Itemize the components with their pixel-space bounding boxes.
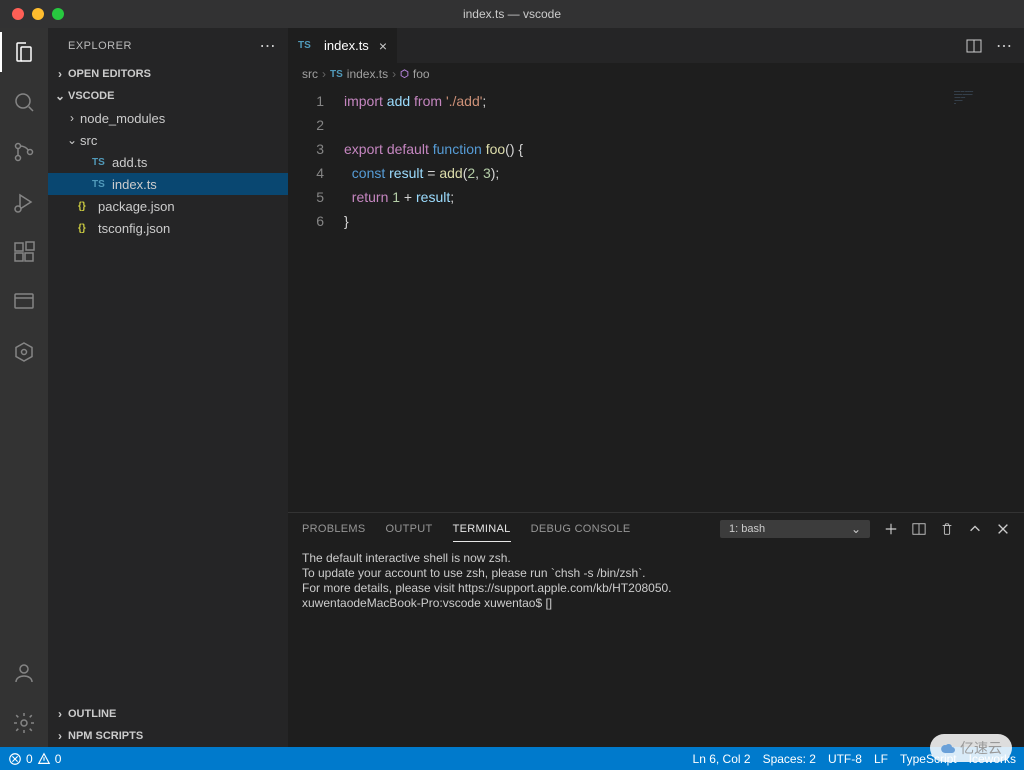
panel-tab-debug[interactable]: DEBUG CONSOLE [531, 517, 631, 541]
warning-icon [37, 752, 51, 766]
source-control-icon[interactable] [0, 136, 48, 168]
chevron-right-icon: › [52, 707, 68, 721]
sidebar-header: EXPLORER ⋯ [48, 28, 288, 63]
kill-terminal-icon[interactable] [940, 522, 954, 536]
close-tab-icon[interactable]: × [379, 38, 387, 54]
chevron-right-icon: › [52, 67, 68, 81]
chevron-right-icon: › [52, 729, 68, 743]
tabs-actions: ⋯ [966, 28, 1024, 63]
json-file-icon: {} [78, 223, 98, 234]
chevron-right-icon: › [64, 111, 80, 125]
close-window-button[interactable] [12, 8, 24, 20]
line-gutter: 1 2 3 4 5 6 [288, 85, 344, 512]
status-eol[interactable]: LF [874, 752, 888, 766]
status-problems[interactable]: 0 0 [8, 752, 61, 766]
hexagon-icon[interactable] [0, 336, 48, 368]
tree-file-package-json[interactable]: {} package.json [48, 195, 288, 217]
titlebar: index.ts — vscode [0, 0, 1024, 28]
search-icon[interactable] [0, 86, 48, 118]
accounts-icon[interactable] [0, 657, 48, 689]
settings-gear-icon[interactable] [0, 707, 48, 739]
maximize-panel-icon[interactable] [968, 522, 982, 536]
workspace-section[interactable]: ⌄ VSCODE [48, 85, 288, 107]
panel-tab-output[interactable]: OUTPUT [386, 517, 433, 541]
panel-tab-terminal[interactable]: TERMINAL [453, 517, 511, 542]
split-editor-icon[interactable] [966, 38, 982, 54]
sidebar-title: EXPLORER [68, 40, 132, 52]
panel-tab-problems[interactable]: PROBLEMS [302, 517, 366, 541]
panel-tabs: PROBLEMS OUTPUT TERMINAL DEBUG CONSOLE 1… [288, 513, 1024, 545]
extensions-icon[interactable] [0, 236, 48, 268]
status-encoding[interactable]: UTF-8 [828, 752, 862, 766]
ts-file-icon: TS [92, 179, 112, 190]
tree-folder-node-modules[interactable]: › node_modules [48, 107, 288, 129]
editor-body[interactable]: 1 2 3 4 5 6 import add from './add'; exp… [288, 85, 1024, 512]
status-ln-col[interactable]: Ln 6, Col 2 [693, 752, 751, 766]
json-file-icon: {} [78, 201, 98, 212]
tree-file-index-ts[interactable]: TS index.ts [48, 173, 288, 195]
new-terminal-icon[interactable] [884, 522, 898, 536]
editor-area: TS index.ts × ⋯ src › TS index.ts › ⬡ fo… [288, 28, 1024, 747]
activity-bar [0, 28, 48, 747]
file-tree: › node_modules ⌄ src TS add.ts TS index.… [48, 107, 288, 239]
explorer-sidebar: EXPLORER ⋯ › OPEN EDITORS ⌄ VSCODE › nod… [48, 28, 288, 747]
code-content[interactable]: import add from './add'; export default … [344, 85, 1024, 512]
editor-more-icon[interactable]: ⋯ [996, 36, 1012, 56]
traffic-lights [0, 8, 64, 20]
tree-folder-src[interactable]: ⌄ src [48, 129, 288, 151]
tree-file-add-ts[interactable]: TS add.ts [48, 151, 288, 173]
statusbar: 0 0 Ln 6, Col 2 Spaces: 2 UTF-8 LF TypeS… [0, 747, 1024, 770]
panel-actions: 1: bash [720, 520, 1010, 538]
ts-file-icon: TS [330, 69, 343, 80]
outline-section[interactable]: › OUTLINE [48, 703, 288, 725]
split-terminal-icon[interactable] [912, 522, 926, 536]
preview-icon[interactable] [0, 286, 48, 318]
minimap[interactable]: ▬▬▬ ▬▬ ▬▬▬▬▬▬▬▬ ▬▬▬▬▬ ▬▬▬ ▬▬ ▬▬▬▬▬ [944, 85, 1024, 512]
terminal-body[interactable]: The default interactive shell is now zsh… [288, 545, 1024, 747]
cloud-icon [940, 740, 956, 756]
bottom-panel: PROBLEMS OUTPUT TERMINAL DEBUG CONSOLE 1… [288, 512, 1024, 747]
status-spaces[interactable]: Spaces: 2 [763, 752, 816, 766]
breadcrumb-item[interactable]: index.ts [347, 67, 388, 81]
chevron-down-icon: ⌄ [52, 89, 68, 103]
terminal-select[interactable]: 1: bash [720, 520, 870, 538]
sidebar-more-icon[interactable]: ⋯ [260, 36, 277, 56]
breadcrumbs[interactable]: src › TS index.ts › ⬡ foo [288, 63, 1024, 85]
tree-file-tsconfig-json[interactable]: {} tsconfig.json [48, 217, 288, 239]
breadcrumb-item[interactable]: src [302, 67, 318, 81]
tab-index-ts[interactable]: TS index.ts × [288, 28, 398, 63]
chevron-right-icon: › [322, 67, 326, 81]
npm-scripts-section[interactable]: › NPM SCRIPTS [48, 725, 288, 747]
run-debug-icon[interactable] [0, 186, 48, 218]
tab-label: index.ts [324, 38, 369, 53]
tabs-bar: TS index.ts × ⋯ [288, 28, 1024, 63]
ts-file-icon: TS [92, 157, 112, 168]
method-icon: ⬡ [400, 69, 409, 80]
chevron-right-icon: › [392, 67, 396, 81]
chevron-down-icon: ⌄ [64, 133, 80, 147]
breadcrumb-item[interactable]: foo [413, 67, 430, 81]
error-icon [8, 752, 22, 766]
ts-file-icon: TS [298, 40, 318, 51]
minimize-window-button[interactable] [32, 8, 44, 20]
open-editors-section[interactable]: › OPEN EDITORS [48, 63, 288, 85]
maximize-window-button[interactable] [52, 8, 64, 20]
window-title: index.ts — vscode [0, 7, 1024, 21]
close-panel-icon[interactable] [996, 522, 1010, 536]
main-layout: EXPLORER ⋯ › OPEN EDITORS ⌄ VSCODE › nod… [0, 28, 1024, 747]
explorer-icon[interactable] [0, 36, 48, 68]
watermark: 亿速云 [930, 734, 1012, 762]
